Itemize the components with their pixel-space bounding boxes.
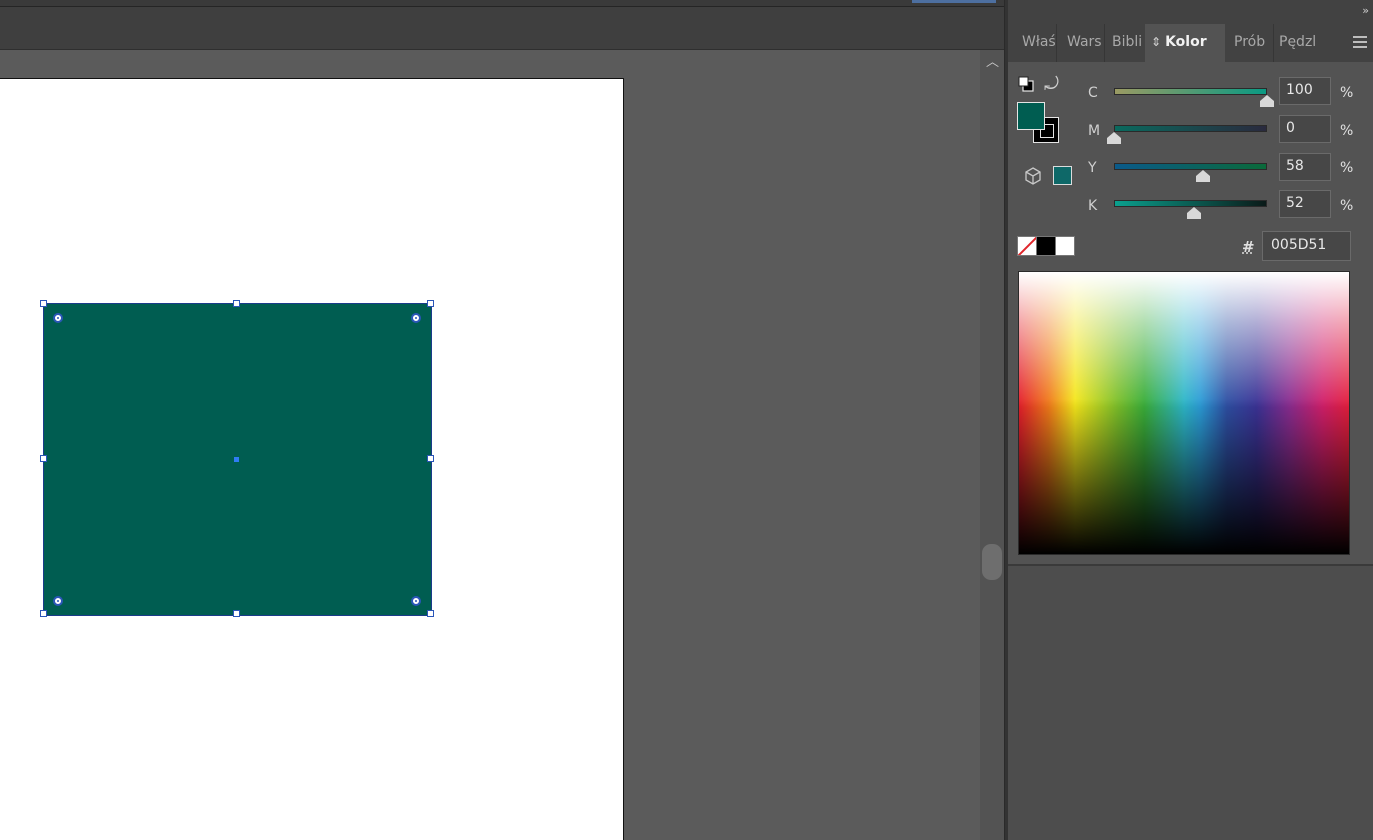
tab-label: Właś bbox=[1022, 34, 1056, 50]
tab-properties[interactable]: Właś bbox=[1016, 24, 1057, 62]
black-key-slider[interactable] bbox=[1114, 200, 1267, 207]
resize-handle-left[interactable] bbox=[40, 455, 47, 462]
hex-input[interactable]: 005D51 bbox=[1262, 231, 1351, 261]
tab-label: Pędzl bbox=[1279, 34, 1317, 50]
spectrum-black-layer bbox=[1019, 272, 1349, 554]
hex-label: # bbox=[1242, 238, 1255, 256]
selected-rectangle[interactable] bbox=[40, 300, 434, 617]
panel-tab-bar: Właś Wars Bibli ⇕ Kolor Prób Pędzl bbox=[1008, 24, 1373, 62]
resize-handle-top-right[interactable] bbox=[427, 300, 434, 307]
color-spectrum-picker[interactable] bbox=[1018, 271, 1350, 555]
default-fill-stroke-icon[interactable] bbox=[1018, 76, 1034, 92]
yellow-label: Y bbox=[1088, 160, 1097, 176]
resize-handle-bottom-left[interactable] bbox=[40, 610, 47, 617]
cyan-slider[interactable] bbox=[1114, 88, 1267, 95]
document-page[interactable] bbox=[0, 78, 624, 840]
resize-handle-right[interactable] bbox=[427, 455, 434, 462]
tab-layers[interactable]: Wars bbox=[1061, 24, 1105, 62]
panel-dock-header: ›› bbox=[1008, 0, 1373, 24]
tab-label: Prób bbox=[1234, 34, 1266, 50]
yellow-input[interactable]: 58 bbox=[1279, 153, 1331, 181]
white-swatch[interactable] bbox=[1055, 236, 1075, 256]
resize-handle-bottom-right[interactable] bbox=[427, 610, 434, 617]
vertical-scrollbar[interactable]: ︿ bbox=[980, 50, 1004, 840]
document-canvas[interactable] bbox=[0, 50, 980, 840]
tab-label: Wars bbox=[1067, 34, 1102, 50]
scrollbar-thumb[interactable] bbox=[982, 544, 1002, 580]
magenta-input[interactable]: 0 bbox=[1279, 115, 1331, 143]
live-corner-widget-bottom-left[interactable] bbox=[53, 596, 63, 606]
center-point[interactable] bbox=[234, 457, 239, 462]
tab-color[interactable]: ⇕ Kolor bbox=[1145, 24, 1225, 62]
yellow-slider[interactable] bbox=[1114, 163, 1267, 170]
out-of-gamut-cube-icon[interactable] bbox=[1023, 166, 1043, 186]
in-gamut-color-swatch[interactable] bbox=[1053, 166, 1072, 185]
cyan-label: C bbox=[1088, 85, 1098, 101]
tab-brushes[interactable]: Pędzl bbox=[1273, 24, 1321, 62]
sort-arrows-icon: ⇕ bbox=[1151, 35, 1162, 49]
control-panel-strip bbox=[0, 7, 1005, 50]
tab-label: Kolor bbox=[1165, 34, 1207, 50]
resize-handle-bottom[interactable] bbox=[233, 610, 240, 617]
black-key-input[interactable]: 52 bbox=[1279, 190, 1331, 218]
live-corner-widget-top-left[interactable] bbox=[53, 313, 63, 323]
live-corner-widget-top-right[interactable] bbox=[411, 313, 421, 323]
magenta-slider[interactable] bbox=[1114, 125, 1267, 132]
application-bar bbox=[0, 0, 1005, 7]
live-corner-widget-bottom-right[interactable] bbox=[411, 596, 421, 606]
fill-swatch[interactable] bbox=[1017, 102, 1045, 130]
double-chevron-right-icon[interactable]: ›› bbox=[1362, 4, 1369, 17]
resize-handle-top[interactable] bbox=[233, 300, 240, 307]
active-tab-indicator bbox=[912, 0, 996, 3]
empty-panel-dock bbox=[1008, 566, 1373, 840]
cyan-input[interactable]: 100 bbox=[1279, 77, 1331, 105]
resize-handle-top-left[interactable] bbox=[40, 300, 47, 307]
cyan-percent-label: % bbox=[1340, 85, 1354, 101]
magenta-label: M bbox=[1088, 123, 1101, 139]
black-key-label: K bbox=[1088, 198, 1098, 214]
black-key-percent-label: % bbox=[1340, 198, 1354, 214]
magenta-percent-label: % bbox=[1340, 123, 1354, 139]
tab-label: Bibli bbox=[1112, 34, 1143, 50]
hamburger-menu-icon[interactable] bbox=[1353, 36, 1367, 48]
scroll-up-chevron-icon[interactable]: ︿ bbox=[986, 56, 999, 70]
swap-fill-stroke-icon[interactable]: ⤾ bbox=[1044, 74, 1059, 95]
yellow-percent-label: % bbox=[1340, 160, 1354, 176]
tab-swatches[interactable]: Prób bbox=[1228, 24, 1274, 62]
color-panel: Właś Wars Bibli ⇕ Kolor Prób Pędzl ⤾ C 10… bbox=[1008, 24, 1373, 566]
black-swatch[interactable] bbox=[1036, 236, 1056, 256]
tab-libraries[interactable]: Bibli bbox=[1106, 24, 1146, 62]
none-swatch[interactable] bbox=[1017, 236, 1037, 256]
